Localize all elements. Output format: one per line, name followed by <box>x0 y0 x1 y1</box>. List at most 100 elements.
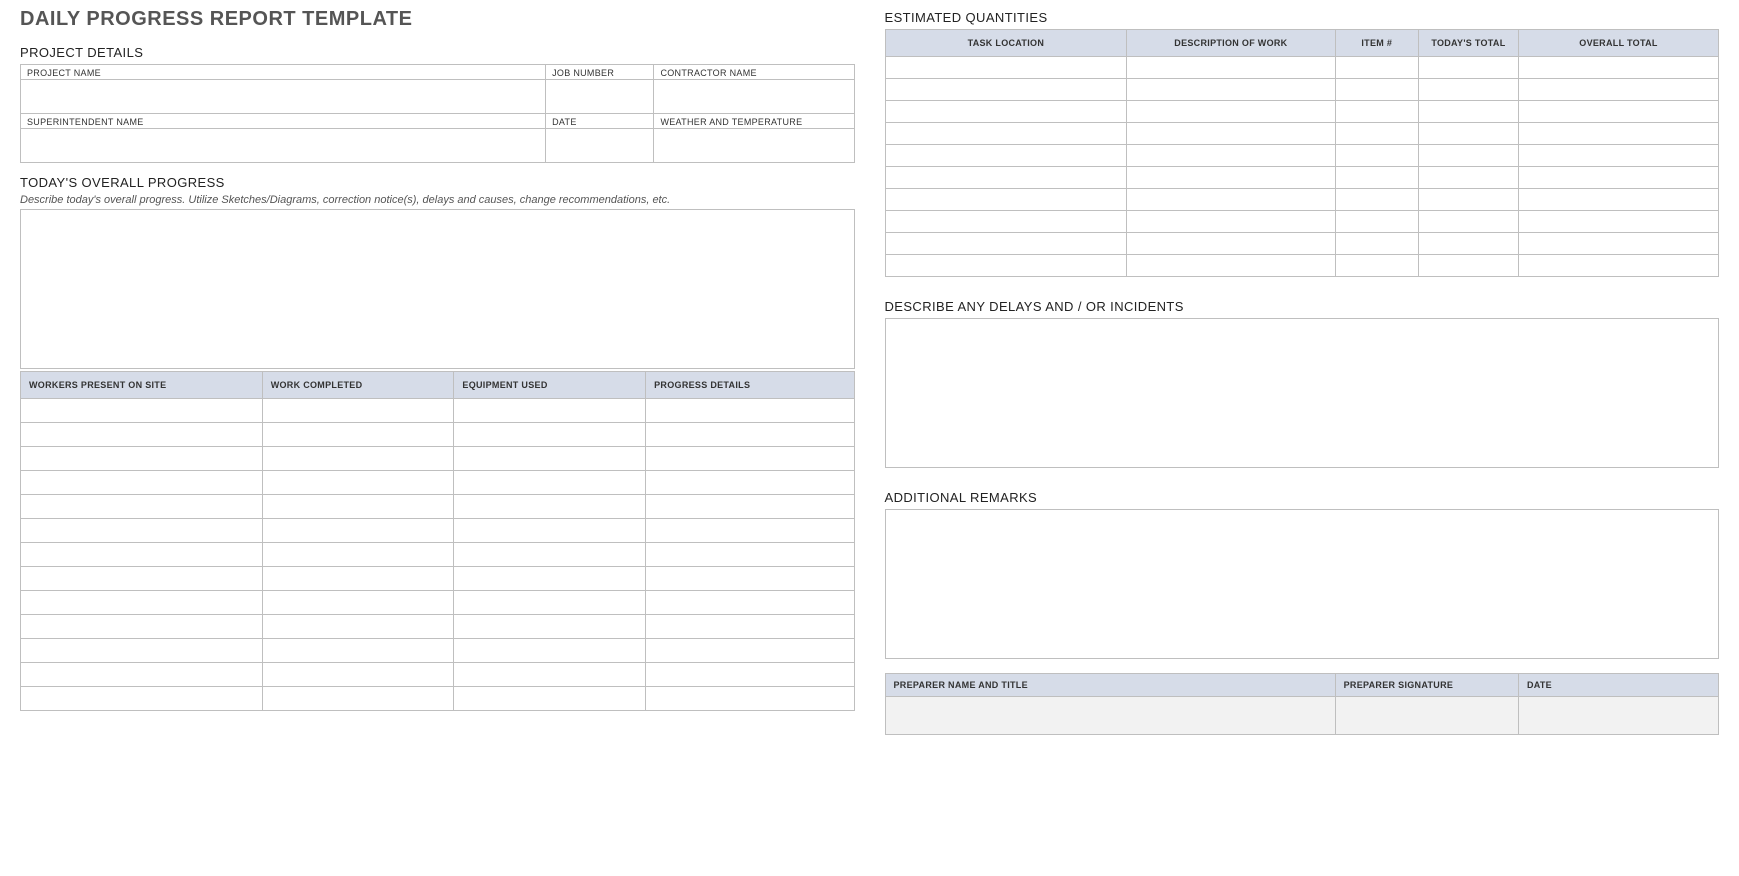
cell-overall[interactable] <box>1518 167 1718 189</box>
cell-details[interactable] <box>646 399 854 423</box>
cell-location[interactable] <box>885 123 1127 145</box>
field-signoff-date[interactable] <box>1518 697 1718 735</box>
cell-equipment[interactable] <box>454 519 646 543</box>
cell-item[interactable] <box>1335 101 1418 123</box>
cell-details[interactable] <box>646 639 854 663</box>
cell-details[interactable] <box>646 447 854 471</box>
cell-details[interactable] <box>646 687 854 711</box>
field-preparer-signature[interactable] <box>1335 697 1518 735</box>
cell-item[interactable] <box>1335 233 1418 255</box>
cell-details[interactable] <box>646 495 854 519</box>
cell-work[interactable] <box>262 591 454 615</box>
cell-overall[interactable] <box>1518 79 1718 101</box>
cell-workers[interactable] <box>21 471 263 495</box>
cell-equipment[interactable] <box>454 663 646 687</box>
cell-description[interactable] <box>1127 79 1335 101</box>
field-job-number[interactable] <box>546 80 654 114</box>
cell-workers[interactable] <box>21 591 263 615</box>
field-delays[interactable] <box>885 318 1720 468</box>
cell-location[interactable] <box>885 145 1127 167</box>
cell-item[interactable] <box>1335 79 1418 101</box>
cell-overall[interactable] <box>1518 255 1718 277</box>
cell-work[interactable] <box>262 471 454 495</box>
cell-item[interactable] <box>1335 167 1418 189</box>
cell-equipment[interactable] <box>454 567 646 591</box>
field-superintendent[interactable] <box>21 129 546 163</box>
cell-equipment[interactable] <box>454 471 646 495</box>
cell-description[interactable] <box>1127 233 1335 255</box>
cell-details[interactable] <box>646 591 854 615</box>
cell-work[interactable] <box>262 519 454 543</box>
cell-overall[interactable] <box>1518 189 1718 211</box>
cell-equipment[interactable] <box>454 495 646 519</box>
field-preparer-name[interactable] <box>885 697 1335 735</box>
cell-work[interactable] <box>262 663 454 687</box>
cell-work[interactable] <box>262 567 454 591</box>
cell-equipment[interactable] <box>454 543 646 567</box>
cell-details[interactable] <box>646 471 854 495</box>
cell-location[interactable] <box>885 189 1127 211</box>
cell-today[interactable] <box>1418 145 1518 167</box>
cell-description[interactable] <box>1127 189 1335 211</box>
cell-item[interactable] <box>1335 211 1418 233</box>
cell-workers[interactable] <box>21 663 263 687</box>
cell-workers[interactable] <box>21 447 263 471</box>
cell-description[interactable] <box>1127 145 1335 167</box>
cell-details[interactable] <box>646 423 854 447</box>
cell-overall[interactable] <box>1518 101 1718 123</box>
cell-workers[interactable] <box>21 615 263 639</box>
cell-work[interactable] <box>262 615 454 639</box>
cell-item[interactable] <box>1335 189 1418 211</box>
cell-today[interactable] <box>1418 189 1518 211</box>
cell-equipment[interactable] <box>454 615 646 639</box>
cell-description[interactable] <box>1127 211 1335 233</box>
cell-work[interactable] <box>262 447 454 471</box>
cell-workers[interactable] <box>21 423 263 447</box>
cell-overall[interactable] <box>1518 233 1718 255</box>
cell-work[interactable] <box>262 399 454 423</box>
cell-workers[interactable] <box>21 399 263 423</box>
cell-equipment[interactable] <box>454 399 646 423</box>
cell-workers[interactable] <box>21 567 263 591</box>
cell-location[interactable] <box>885 79 1127 101</box>
cell-item[interactable] <box>1335 57 1418 79</box>
cell-description[interactable] <box>1127 57 1335 79</box>
field-progress-description[interactable] <box>20 209 855 369</box>
cell-today[interactable] <box>1418 79 1518 101</box>
cell-description[interactable] <box>1127 255 1335 277</box>
cell-work[interactable] <box>262 687 454 711</box>
field-date[interactable] <box>546 129 654 163</box>
cell-today[interactable] <box>1418 101 1518 123</box>
cell-workers[interactable] <box>21 687 263 711</box>
cell-location[interactable] <box>885 167 1127 189</box>
cell-overall[interactable] <box>1518 211 1718 233</box>
cell-details[interactable] <box>646 567 854 591</box>
cell-description[interactable] <box>1127 123 1335 145</box>
cell-item[interactable] <box>1335 255 1418 277</box>
cell-overall[interactable] <box>1518 57 1718 79</box>
cell-location[interactable] <box>885 101 1127 123</box>
cell-details[interactable] <box>646 543 854 567</box>
field-remarks[interactable] <box>885 509 1720 659</box>
cell-workers[interactable] <box>21 495 263 519</box>
cell-location[interactable] <box>885 211 1127 233</box>
cell-location[interactable] <box>885 255 1127 277</box>
cell-equipment[interactable] <box>454 447 646 471</box>
field-project-name[interactable] <box>21 80 546 114</box>
cell-equipment[interactable] <box>454 687 646 711</box>
cell-equipment[interactable] <box>454 591 646 615</box>
cell-item[interactable] <box>1335 123 1418 145</box>
cell-details[interactable] <box>646 615 854 639</box>
cell-item[interactable] <box>1335 145 1418 167</box>
cell-today[interactable] <box>1418 233 1518 255</box>
cell-work[interactable] <box>262 495 454 519</box>
cell-workers[interactable] <box>21 543 263 567</box>
cell-work[interactable] <box>262 543 454 567</box>
cell-equipment[interactable] <box>454 639 646 663</box>
cell-today[interactable] <box>1418 255 1518 277</box>
cell-today[interactable] <box>1418 211 1518 233</box>
cell-location[interactable] <box>885 57 1127 79</box>
field-weather[interactable] <box>654 129 854 163</box>
cell-overall[interactable] <box>1518 145 1718 167</box>
cell-today[interactable] <box>1418 123 1518 145</box>
